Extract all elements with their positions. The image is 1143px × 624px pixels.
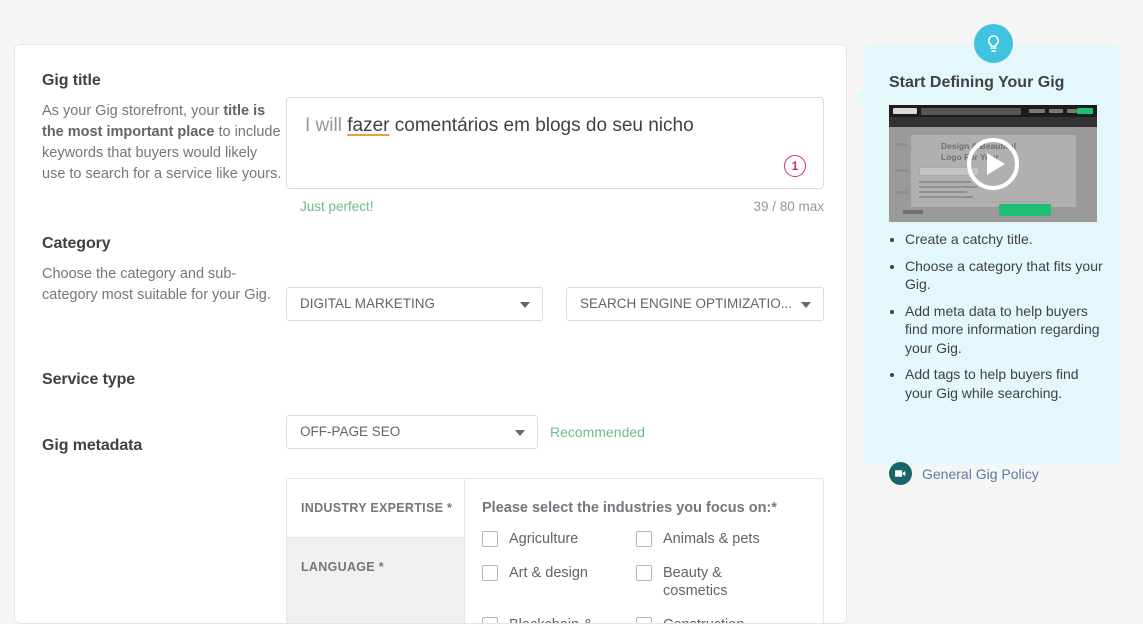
video-frame-nav [1049,109,1063,113]
video-frame-line [919,196,973,198]
video-frame-nav [1029,109,1045,113]
checkbox-item-art-design[interactable]: Art & design [482,564,636,600]
metadata-tab-language[interactable]: LANGUAGE * [287,537,464,623]
tips-panel-title: Start Defining Your Gig [889,74,1065,91]
checkbox-item-blockchain-cryptocurrency[interactable]: Blockchain & cryptocurrency [482,616,636,623]
video-frame-nav [1067,109,1077,113]
video-frame-cancel-button [903,210,923,214]
gig-title-input[interactable]: I will fazer comentários em blogs do seu… [286,97,824,189]
tips-panel: Start Defining Your Gig Design A Beautif… [854,24,1120,485]
checkbox-icon[interactable] [482,617,498,623]
gig-metadata-heading: Gig metadata [42,437,143,454]
category-section: Category Choose the category and sub-cat… [15,235,846,355]
checkbox-icon[interactable] [482,565,498,581]
checkbox-label: Construction [663,616,744,623]
service-type-heading: Service type [42,371,136,388]
video-frame-save-button [999,204,1051,216]
checkbox-item-construction[interactable]: Construction [636,616,823,623]
service-type-section: Service type OFF-PAGE SEO Recommended [15,371,846,449]
category-description: Choose the category and sub-category mos… [42,266,271,303]
category-select-value: DIGITAL MARKETING [300,296,436,311]
gig-title-character-counter: 39 / 80 max [753,199,824,214]
service-type-label-column: Service type [42,371,282,389]
checkbox-item-agriculture[interactable]: Agriculture [482,530,636,548]
gig-title-section: Gig title As your Gig storefront, your t… [15,72,846,232]
gig-title-feedback: Just perfect! [300,199,374,214]
gig-title-prefix: I will [305,115,348,136]
checkbox-item-beauty-cosmetics[interactable]: Beauty & cosmetics [636,564,823,600]
metadata-tab-label: LANGUAGE * [301,560,384,574]
metadata-tab-label: INDUSTRY EXPERTISE * [301,501,453,515]
desc-text-1: As your Gig storefront, your [42,103,224,119]
checkbox-icon[interactable] [636,531,652,547]
tip-bullet: Add meta data to help buyers find more i… [905,302,1103,358]
play-triangle-icon [986,152,1005,175]
checkbox-label: Agriculture [509,531,579,547]
gig-title-heading: Gig title [42,72,101,89]
video-frame-cta [1077,108,1093,114]
category-select[interactable]: DIGITAL MARKETING [286,287,543,321]
checkbox-item-animals-pets[interactable]: Animals & pets [636,530,823,548]
search-icon [921,107,1021,115]
error-count-badge[interactable]: 1 [784,155,806,177]
video-frame-line [919,181,971,183]
checkbox-icon[interactable] [636,565,652,581]
gig-title-label-column: Gig title As your Gig storefront, your t… [42,72,282,185]
checkbox-label: Blockchain & cryptocurrency [509,616,624,623]
industry-checkbox-grid: Agriculture Animals & pets Art & design … [482,530,823,623]
general-gig-policy-link[interactable]: General Gig Policy [889,462,1039,485]
gig-metadata-section: Gig metadata INDUSTRY EXPERTISE * LANGUA… [15,437,846,623]
tips-bullet-list: Create a catchy title. Choose a category… [905,230,1103,410]
category-label-column: Category Choose the category and sub-cat… [42,235,282,306]
gig-title-spellcheck-word: fazer [347,115,390,136]
video-frame-topbar [889,105,1097,117]
tip-bullet: Add tags to help buyers find your Gig wh… [905,365,1103,402]
subcategory-select-value: SEARCH ENGINE OPTIMIZATIO... [580,296,791,311]
metadata-content-pane: Please select the industries you focus o… [465,479,823,623]
metadata-tab-list: INDUSTRY EXPERTISE * LANGUAGE * [287,479,465,623]
metadata-tab-industry-expertise[interactable]: INDUSTRY EXPERTISE * [287,479,464,537]
video-frame-sidelabel [895,169,909,172]
subcategory-select[interactable]: SEARCH ENGINE OPTIMIZATIO... [566,287,824,321]
video-frame-sidelabel [895,143,907,146]
tutorial-video-thumbnail[interactable]: Design A Beautiful Logo For Your Busines… [889,105,1097,222]
gig-title-rest: comentários em blogs do seu nicho [389,115,694,136]
fiverr-logo-icon [893,108,917,114]
gig-metadata-panel: INDUSTRY EXPERTISE * LANGUAGE * Please s… [286,478,824,623]
video-frame-field [919,201,1069,203]
checkbox-icon[interactable] [482,531,498,547]
gig-title-description: As your Gig storefront, your title is th… [42,101,282,185]
gig-title-value: I will fazer comentários em blogs do seu… [305,113,783,139]
category-heading: Category [42,235,111,252]
video-frame-line [919,191,967,193]
checkbox-label: Animals & pets [663,531,760,547]
play-button-icon[interactable] [967,137,1019,190]
gig-form-card: Gig title As your Gig storefront, your t… [14,44,847,624]
tip-bullet: Create a catchy title. [905,230,1103,249]
lightbulb-icon [974,24,1013,63]
video-camera-icon [889,462,912,485]
chevron-down-icon [520,302,530,308]
tips-panel-arrow [854,87,866,109]
chevron-down-icon [515,430,525,436]
general-gig-policy-label: General Gig Policy [922,465,1039,482]
checkbox-label: Art & design [509,565,588,581]
metadata-question: Please select the industries you focus o… [482,500,777,516]
video-frame-subbar [889,117,1097,127]
chevron-down-icon [801,302,811,308]
video-frame-line [919,186,977,188]
video-frame-sidelabel [895,191,908,194]
checkbox-icon[interactable] [636,617,652,623]
checkbox-label: Beauty & cosmetics [663,565,728,599]
gig-metadata-label-column: Gig metadata [42,437,282,455]
tip-bullet: Choose a category that fits your Gig. [905,257,1103,294]
